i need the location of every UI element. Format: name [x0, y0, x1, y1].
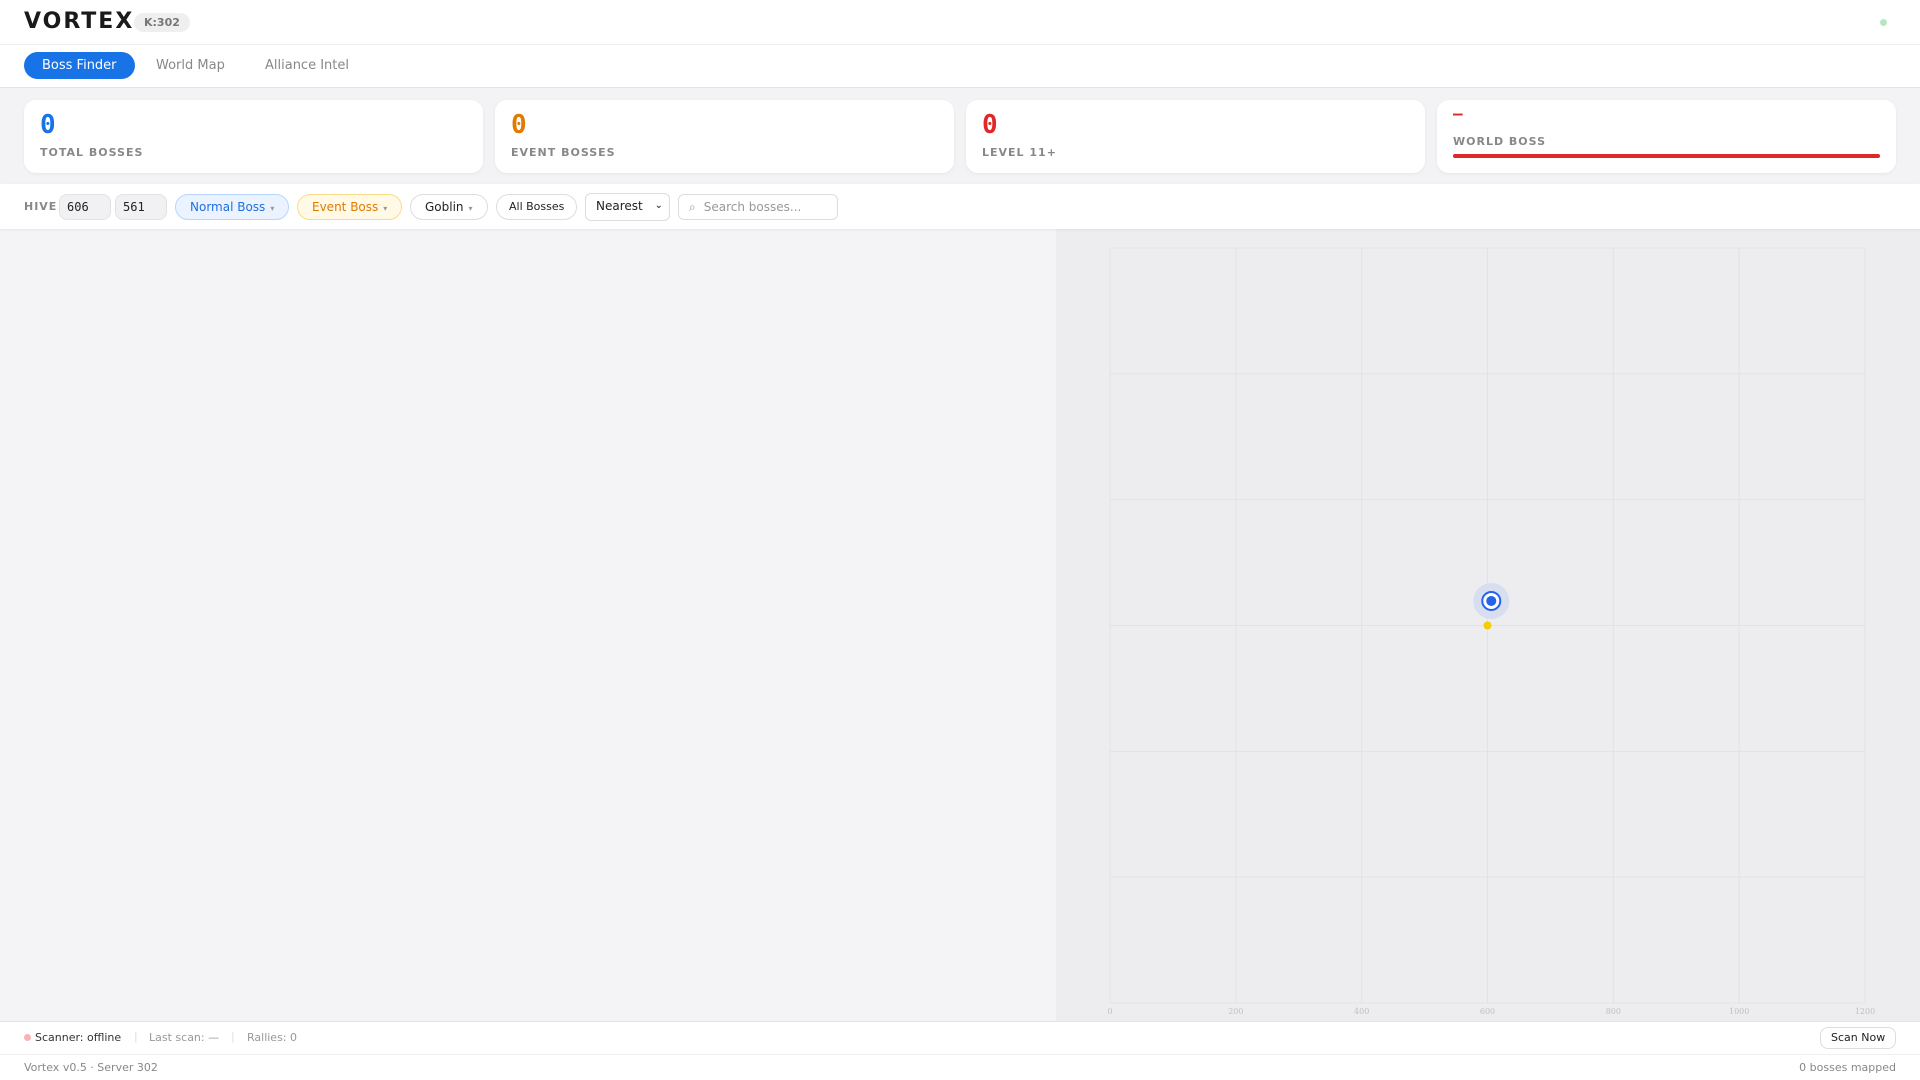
- x-tick-label: 200: [1228, 1007, 1243, 1016]
- scan-now-button[interactable]: Scan Now: [1820, 1027, 1897, 1049]
- rallies-count: Rallies: 0: [247, 1031, 298, 1044]
- goblin-filter[interactable]: Goblin ▾: [410, 194, 488, 220]
- map-center-marker: [1483, 621, 1492, 630]
- event-boss-filter[interactable]: Event Boss ▾: [297, 194, 403, 220]
- stat-card-level-11: 0 LEVEL 11+: [966, 100, 1425, 173]
- tab-world-map[interactable]: World Map: [138, 52, 243, 79]
- normal-boss-label: Normal Boss: [190, 200, 266, 214]
- divider: |: [134, 1030, 138, 1043]
- all-bosses-button[interactable]: All Bosses: [496, 194, 578, 220]
- hive-y-input[interactable]: 561: [115, 194, 167, 220]
- status-bar: Scanner: offline | Last scan: — | Rallie…: [0, 1021, 1920, 1054]
- chevron-down-icon: ⌄: [654, 200, 663, 211]
- x-tick-label: 800: [1606, 1007, 1621, 1016]
- goblin-label: Goblin: [425, 200, 464, 214]
- stat-value: 0: [511, 110, 527, 140]
- version-text: Vortex v0.5 · Server 302: [24, 1061, 158, 1074]
- stat-value: 0: [40, 110, 56, 140]
- app-header: VORTEX K:302: [0, 0, 1920, 45]
- sort-value: Nearest: [596, 199, 643, 213]
- map-grid: 0 200 400 600 800 1000 1200: [1107, 247, 1875, 1016]
- search-icon: ⌕: [689, 200, 696, 214]
- normal-boss-filter[interactable]: Normal Boss ▾: [175, 194, 290, 220]
- stat-label: WORLD BOSS: [1453, 135, 1547, 148]
- event-boss-label: Event Boss: [312, 200, 379, 214]
- search-placeholder: Search bosses...: [703, 200, 802, 214]
- stat-card-world-boss: – WORLD BOSS: [1437, 100, 1896, 173]
- stat-card-event-bosses: 0 EVENT BOSSES: [495, 100, 954, 173]
- stat-value: –: [1453, 104, 1463, 123]
- x-tick-label: 1200: [1855, 1007, 1875, 1016]
- world-boss-progress-bar: [1453, 154, 1880, 158]
- chevron-down-icon: ▾: [383, 204, 388, 213]
- scanner-status: Scanner: offline: [35, 1031, 122, 1044]
- chevron-down-icon: ▾: [468, 204, 473, 213]
- hive-label: HIVE: [24, 200, 58, 213]
- stat-card-total-bosses: 0 TOTAL BOSSES: [24, 100, 483, 173]
- hive-marker-icon: [1486, 595, 1497, 606]
- tab-boss-finder[interactable]: Boss Finder: [24, 52, 135, 79]
- stats-row: 0 TOTAL BOSSES 0 EVENT BOSSES 0 LEVEL 11…: [0, 88, 1920, 184]
- world-map-panel[interactable]: 0 200 400 600 800 1000 1200: [1056, 229, 1920, 1021]
- stat-label: TOTAL BOSSES: [40, 146, 144, 159]
- hive-x-input[interactable]: 606: [59, 194, 111, 220]
- x-tick-label: 400: [1354, 1007, 1369, 1016]
- app-logo: VORTEX: [24, 9, 135, 34]
- boss-list-panel: [0, 229, 1056, 1021]
- stat-label: LEVEL 11+: [982, 146, 1057, 159]
- x-tick-label: 0: [1107, 1007, 1112, 1016]
- footer: Vortex v0.5 · Server 302 0 bosses mapped: [0, 1054, 1920, 1080]
- sort-select[interactable]: Nearest ⌄: [585, 193, 670, 221]
- divider: |: [231, 1030, 235, 1043]
- stat-value: 0: [982, 110, 998, 140]
- bosses-mapped-count: 0 bosses mapped: [1799, 1061, 1896, 1074]
- x-tick-label: 600: [1480, 1007, 1495, 1016]
- search-input[interactable]: ⌕ Search bosses...: [678, 194, 838, 220]
- chevron-down-icon: ▾: [270, 204, 275, 213]
- connection-status-dot: [1880, 19, 1887, 26]
- filter-bar: HIVE 606 561 Normal Boss ▾ Event Boss ▾ Go…: [0, 184, 1920, 229]
- kingdom-badge: K:302: [134, 13, 190, 32]
- scanner-status-dot: [24, 1034, 31, 1041]
- stat-label: EVENT BOSSES: [511, 146, 616, 159]
- tab-alliance-intel[interactable]: Alliance Intel: [247, 52, 367, 79]
- last-scan: Last scan: —: [149, 1031, 220, 1044]
- x-tick-label: 1000: [1729, 1007, 1749, 1016]
- tab-bar: Boss Finder World Map Alliance Intel: [0, 45, 1920, 88]
